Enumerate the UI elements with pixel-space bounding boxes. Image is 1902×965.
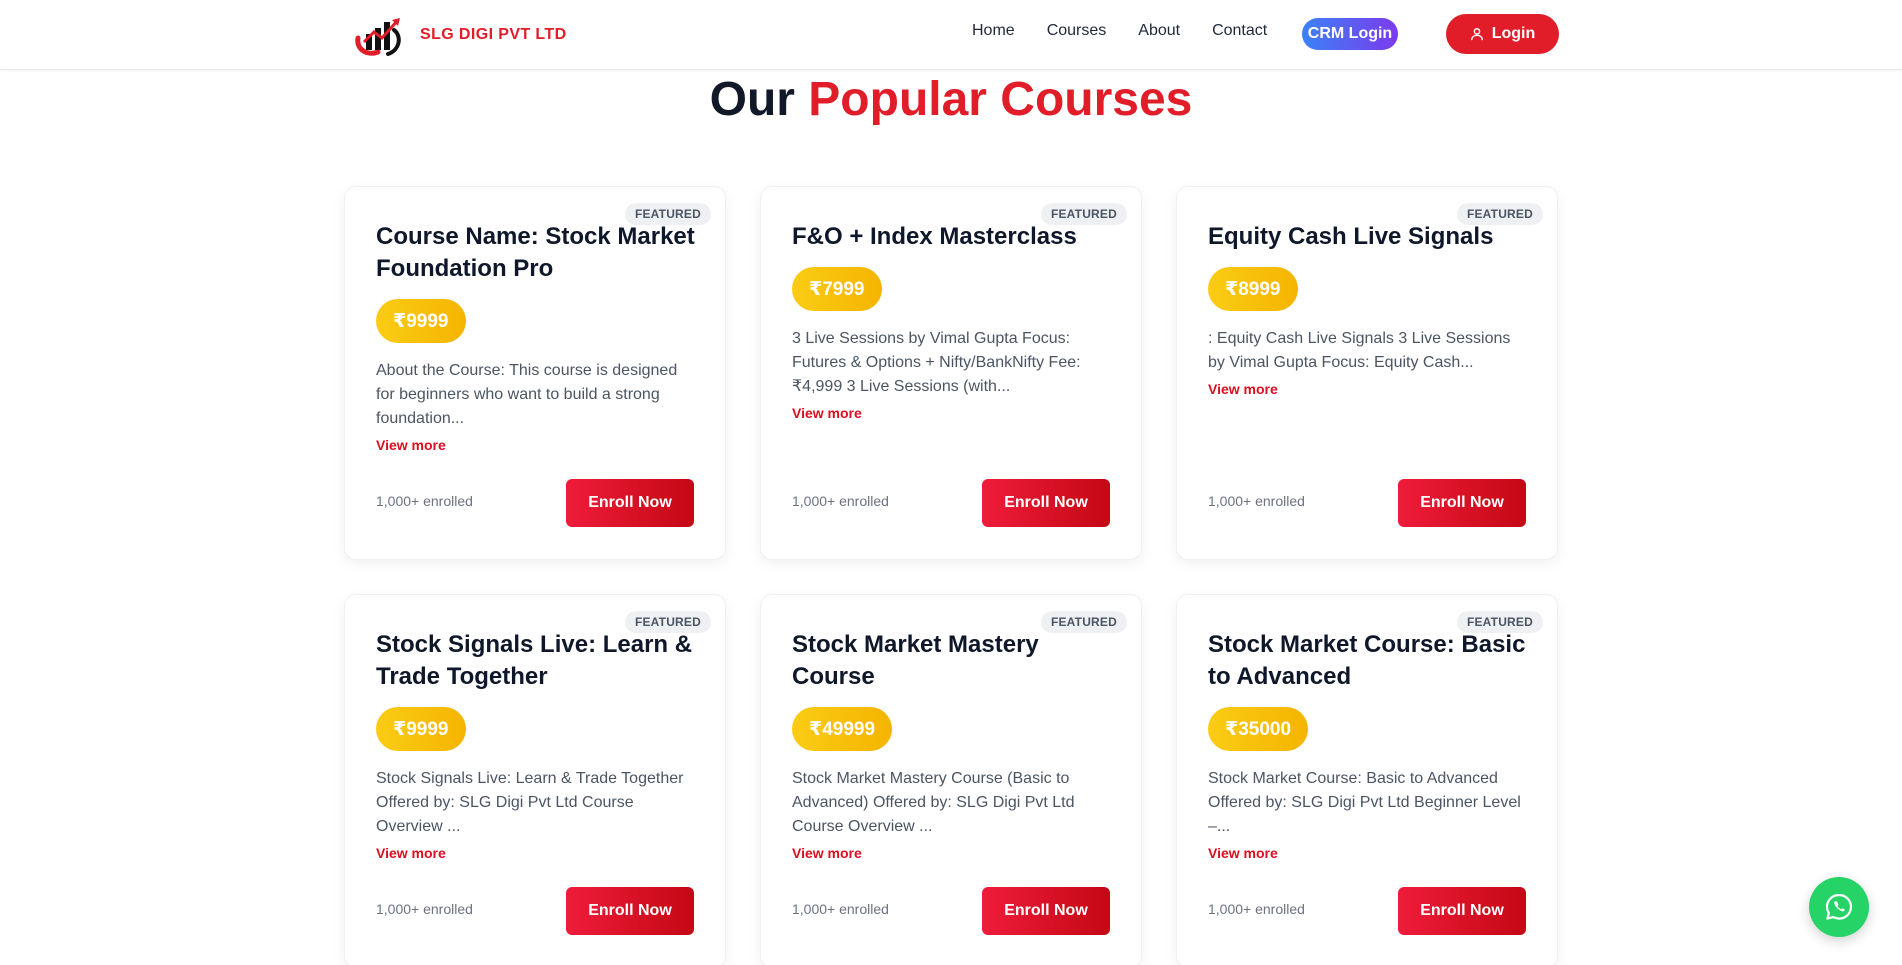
view-more-link[interactable]: View more xyxy=(1208,845,1278,861)
course-description: About the Course: This course is designe… xyxy=(376,362,678,427)
crm-login-button[interactable]: CRM Login xyxy=(1302,18,1398,50)
course-title: Course Name: Stock Market Foundation Pro xyxy=(376,223,695,282)
enrolled-count: 1,000+ enrolled xyxy=(376,901,473,917)
course-title: F&O + Index Masterclass xyxy=(792,223,1077,250)
login-button[interactable]: Login xyxy=(1446,14,1559,54)
course-title: Equity Cash Live Signals xyxy=(1208,223,1494,250)
enrolled-count: 1,000+ enrolled xyxy=(792,901,889,917)
nav-courses[interactable]: Courses xyxy=(1047,22,1107,40)
login-label: Login xyxy=(1491,25,1536,42)
enroll-now-button[interactable]: Enroll Now xyxy=(982,479,1110,527)
view-more-link[interactable]: View more xyxy=(376,845,446,861)
enroll-now-button[interactable]: Enroll Now xyxy=(566,479,694,527)
view-more-link[interactable]: View more xyxy=(1208,381,1278,397)
price-badge: ₹8999 xyxy=(1208,267,1298,311)
main-nav: Home Courses About Contact xyxy=(972,22,1267,40)
enrolled-count: 1,000+ enrolled xyxy=(1208,901,1305,917)
course-description: : Equity Cash Live Signals 3 Live Sessio… xyxy=(1208,330,1511,371)
price-badge: ₹9999 xyxy=(376,299,466,343)
enrolled-count: 1,000+ enrolled xyxy=(1208,493,1305,509)
whatsapp-button[interactable] xyxy=(1809,877,1869,937)
section-title: Our Popular Courses xyxy=(0,72,1902,127)
stock-chart-logo-icon xyxy=(355,18,401,56)
nav-home[interactable]: Home xyxy=(972,22,1015,40)
view-more-link[interactable]: View more xyxy=(792,405,862,421)
user-icon xyxy=(1470,28,1483,41)
price-badge: ₹7999 xyxy=(792,267,882,311)
view-more-link[interactable]: View more xyxy=(376,437,446,453)
course-description: Stock Market Mastery Course (Basic to Ad… xyxy=(792,770,1075,835)
price-badge: ₹35000 xyxy=(1208,707,1309,751)
course-description: Stock Market Course: Basic to Advanced O… xyxy=(1208,770,1521,835)
nav-about[interactable]: About xyxy=(1138,22,1180,40)
title-part-1: Our xyxy=(709,73,809,126)
course-title: Stock Signals Live: Learn & Trade Togeth… xyxy=(376,631,693,690)
nav-contact[interactable]: Contact xyxy=(1212,22,1267,40)
enroll-now-button[interactable]: Enroll Now xyxy=(1398,479,1526,527)
title-part-2: Popular Courses xyxy=(808,73,1193,126)
course-description: Stock Signals Live: Learn & Trade Togeth… xyxy=(376,770,684,835)
course-card: FEATURED Equity Cash Live Signals ₹8999 … xyxy=(1176,186,1558,560)
course-card: FEATURED Stock Market Course: Basic to A… xyxy=(1176,594,1558,965)
enroll-now-button[interactable]: Enroll Now xyxy=(982,887,1110,935)
whatsapp-icon xyxy=(1825,893,1853,920)
view-more-link[interactable]: View more xyxy=(792,845,862,861)
site-header: SLG DIGI PVT LTD Home Courses About Cont… xyxy=(0,0,1902,70)
course-title: Stock Market Course: Basic to Advanced xyxy=(1208,631,1526,690)
enroll-now-button[interactable]: Enroll Now xyxy=(1398,887,1526,935)
brand-name: SLG DIGI PVT LTD xyxy=(420,26,567,43)
course-title: Stock Market Mastery Course xyxy=(792,631,1039,690)
course-description: 3 Live Sessions by Vimal Gupta Focus: Fu… xyxy=(792,330,1081,395)
enrolled-count: 1,000+ enrolled xyxy=(376,493,473,509)
price-badge: ₹49999 xyxy=(792,707,893,751)
course-card: FEATURED F&O + Index Masterclass ₹7999 3… xyxy=(760,186,1142,560)
enroll-now-button[interactable]: Enroll Now xyxy=(566,887,694,935)
brand-logo[interactable]: SLG DIGI PVT LTD xyxy=(352,12,567,58)
course-card: FEATURED Stock Signals Live: Learn & Tra… xyxy=(344,594,726,965)
course-card: FEATURED Course Name: Stock Market Found… xyxy=(344,186,726,560)
enrolled-count: 1,000+ enrolled xyxy=(792,493,889,509)
course-card: FEATURED Stock Market Mastery Course ₹49… xyxy=(760,594,1142,965)
price-badge: ₹9999 xyxy=(376,707,466,751)
